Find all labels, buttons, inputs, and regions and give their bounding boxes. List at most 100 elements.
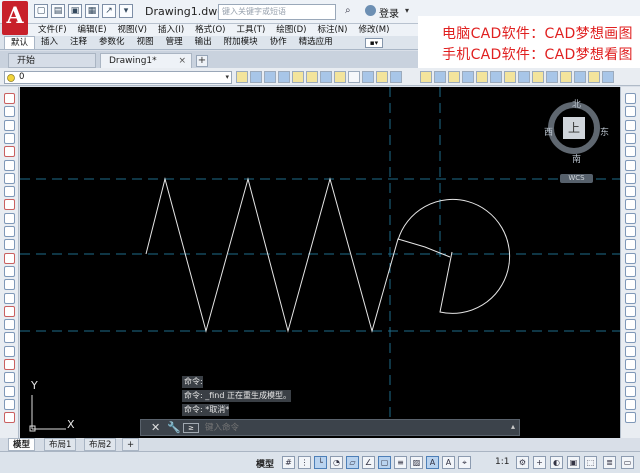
login-button[interactable]: 登录 bbox=[379, 5, 399, 20]
ribbon-tab-0[interactable]: 默认 bbox=[4, 36, 36, 49]
ribbon-tab-8[interactable]: 协作 bbox=[264, 36, 293, 49]
rotate-object-icon[interactable] bbox=[625, 172, 636, 184]
make-block-icon[interactable] bbox=[4, 239, 15, 251]
layer-walk-icon[interactable] bbox=[348, 71, 360, 83]
hatch-tool-icon[interactable] bbox=[4, 265, 15, 277]
stretch-icon[interactable] bbox=[518, 71, 530, 83]
ray-icon[interactable] bbox=[4, 398, 15, 410]
chevron-up-icon[interactable]: ▴ bbox=[511, 422, 515, 431]
viewcube-east[interactable]: 东 bbox=[600, 125, 609, 138]
align-icon[interactable] bbox=[625, 332, 636, 344]
binoculars-icon[interactable]: ⌕ bbox=[345, 5, 351, 16]
object-snap-icon[interactable]: ▢ bbox=[378, 456, 391, 469]
hardware-acceleration-icon[interactable]: ▣ bbox=[567, 456, 580, 469]
layer-off-icon[interactable] bbox=[334, 71, 346, 83]
wrench-icon[interactable]: 🔧 bbox=[167, 421, 181, 434]
search-input[interactable]: 键入关键字或短语 bbox=[218, 4, 336, 20]
mirror-object-icon[interactable] bbox=[625, 119, 636, 131]
close-icon[interactable]: ✕ bbox=[151, 421, 160, 434]
properties-icon[interactable] bbox=[625, 412, 636, 424]
ribbon-tab-4[interactable]: 视图 bbox=[131, 36, 160, 49]
annotation-scale[interactable]: 1:1 bbox=[495, 457, 509, 467]
save-as-icon[interactable]: ▦ bbox=[85, 4, 99, 18]
ellipse-tool-icon[interactable] bbox=[4, 199, 15, 211]
menu-item-7[interactable]: 标注(N) bbox=[317, 24, 347, 36]
layer-lock-icon[interactable] bbox=[320, 71, 332, 83]
add-tab-button[interactable]: + bbox=[196, 55, 208, 67]
open-file-icon[interactable]: ▤ bbox=[51, 4, 65, 18]
clean-screen-icon[interactable]: ⬚ bbox=[584, 456, 597, 469]
break-icon[interactable] bbox=[560, 71, 572, 83]
auto-scale-icon[interactable]: A bbox=[442, 456, 455, 469]
layout-tab-0[interactable]: 模型 bbox=[8, 438, 36, 451]
rectangle-tool-icon[interactable] bbox=[4, 132, 15, 144]
chamfer-icon[interactable] bbox=[588, 71, 600, 83]
insert-block-icon[interactable] bbox=[4, 226, 15, 237]
copy-object-icon[interactable] bbox=[625, 106, 636, 118]
layer-freeze-icon[interactable] bbox=[306, 71, 318, 83]
mirror-icon[interactable] bbox=[434, 71, 446, 83]
array-object-icon[interactable] bbox=[625, 146, 636, 158]
ribbon-tab-6[interactable]: 输出 bbox=[189, 36, 218, 49]
layer-merge-icon[interactable] bbox=[362, 71, 374, 83]
mtext-tool-icon[interactable] bbox=[4, 319, 15, 331]
model-space-button[interactable]: 模型 bbox=[256, 457, 274, 470]
polygon-tool-icon[interactable] bbox=[4, 119, 15, 131]
xline-icon[interactable] bbox=[4, 385, 15, 397]
command-line[interactable]: ✕ 🔧 ≥ ▴ bbox=[140, 419, 520, 436]
move-object-icon[interactable] bbox=[625, 159, 636, 171]
recent-commands-button[interactable]: ≥ bbox=[183, 423, 199, 433]
spline-tool-icon[interactable] bbox=[4, 186, 15, 198]
ribbon-tab-2[interactable]: 注释 bbox=[64, 36, 93, 49]
new-file-icon[interactable]: ▢ bbox=[34, 4, 48, 18]
point-tool-icon[interactable] bbox=[4, 252, 15, 264]
zigzag-polyline[interactable] bbox=[145, 177, 451, 333]
fillet-object-icon[interactable] bbox=[625, 292, 636, 304]
donut-icon[interactable] bbox=[4, 372, 15, 384]
dropdown-arrow-icon[interactable]: ▾ bbox=[119, 4, 133, 18]
extend-object-icon[interactable] bbox=[625, 226, 636, 237]
transparency-icon[interactable]: ▨ bbox=[410, 456, 423, 469]
circle-tool-icon[interactable] bbox=[4, 159, 15, 171]
user-icon[interactable] bbox=[365, 5, 376, 16]
trim-object-icon[interactable] bbox=[625, 212, 636, 224]
revcloud-tool-icon[interactable] bbox=[4, 172, 15, 184]
plus-icon[interactable]: + bbox=[533, 456, 546, 469]
break-object-icon[interactable] bbox=[625, 252, 636, 264]
lengthen-icon[interactable] bbox=[625, 345, 636, 357]
rotate-icon[interactable] bbox=[490, 71, 502, 83]
command-input[interactable] bbox=[205, 422, 497, 434]
ribbon-tab-9[interactable]: 精选应用 bbox=[293, 36, 339, 49]
chamfer-object-icon[interactable] bbox=[625, 279, 636, 291]
wcs-menu[interactable]: WCS bbox=[560, 174, 593, 183]
ribbon-options-icon[interactable]: ▪▾ bbox=[365, 38, 383, 48]
offset-icon[interactable] bbox=[448, 71, 460, 83]
tab-start[interactable]: 开始 bbox=[8, 53, 96, 68]
isolate-objects-icon[interactable]: ◐ bbox=[550, 456, 563, 469]
trim-icon[interactable] bbox=[532, 71, 544, 83]
extend-icon[interactable] bbox=[546, 71, 558, 83]
layer-isolate-icon[interactable] bbox=[292, 71, 304, 83]
region-tool-icon[interactable] bbox=[4, 292, 15, 304]
move-icon[interactable] bbox=[476, 71, 488, 83]
annotation-scale-icon[interactable]: ⌖ bbox=[458, 456, 471, 469]
scale-icon[interactable] bbox=[504, 71, 516, 83]
close-icon[interactable]: × bbox=[178, 54, 186, 68]
fillet-icon[interactable] bbox=[602, 71, 614, 83]
menu-item-6[interactable]: 绘图(D) bbox=[276, 24, 306, 36]
gear-icon[interactable]: ⚙ bbox=[516, 456, 529, 469]
chevron-down-icon[interactable]: ▾ bbox=[405, 6, 409, 15]
erase-icon[interactable] bbox=[625, 93, 636, 104]
layout-tab-2[interactable]: 布局2 bbox=[84, 438, 117, 451]
array-icon[interactable] bbox=[462, 71, 474, 83]
edit-hatch-icon[interactable] bbox=[625, 385, 636, 397]
save-icon[interactable]: ▣ bbox=[68, 4, 82, 18]
layout-tab-1[interactable]: 布局1 bbox=[44, 438, 77, 451]
wipeout-icon[interactable] bbox=[4, 345, 15, 357]
grid-icon[interactable]: # bbox=[282, 456, 295, 469]
layer-previous-icon[interactable] bbox=[278, 71, 290, 83]
fullscreen-icon[interactable]: ▭ bbox=[621, 456, 634, 469]
ribbon-tab-7[interactable]: 附加模块 bbox=[218, 36, 264, 49]
blend-icon[interactable] bbox=[625, 305, 636, 317]
ortho-icon[interactable]: └ bbox=[314, 456, 327, 469]
